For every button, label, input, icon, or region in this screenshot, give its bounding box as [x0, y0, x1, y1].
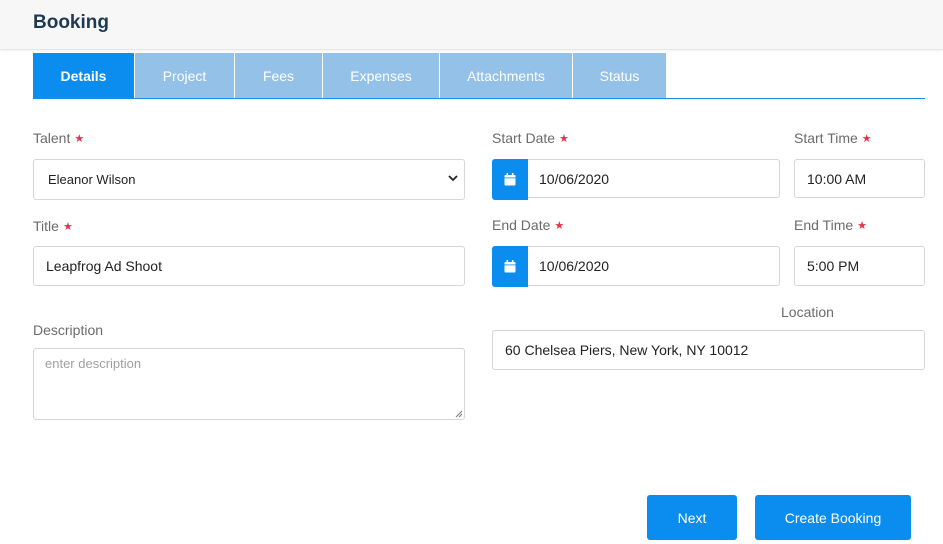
tab-status[interactable]: Status — [573, 53, 667, 98]
start-date-picker[interactable]: 10/06/2020 — [492, 159, 780, 200]
next-button[interactable]: Next — [647, 495, 737, 540]
talent-label: Talent ★ — [33, 130, 85, 146]
tab-attachments[interactable]: Attachments — [440, 53, 573, 98]
title-label: Title ★ — [33, 218, 73, 234]
tab-fees[interactable]: Fees — [235, 53, 323, 98]
location-value: 60 Chelsea Piers, New York, NY 10012 — [505, 342, 749, 358]
tab-expenses[interactable]: Expenses — [323, 53, 440, 98]
description-label: Description — [33, 322, 104, 338]
talent-select[interactable]: Eleanor Wilson — [33, 159, 465, 200]
title-input[interactable]: Leapfrog Ad Shoot — [33, 246, 465, 286]
tab-details[interactable]: Details — [33, 53, 135, 98]
calendar-icon[interactable] — [492, 246, 528, 287]
required-marker: ★ — [554, 220, 565, 232]
start-date-value: 10/06/2020 — [539, 171, 610, 187]
required-marker: ★ — [857, 220, 868, 232]
page-header: Booking — [0, 0, 943, 50]
description-placeholder: enter description — [45, 356, 142, 371]
calendar-icon[interactable] — [492, 159, 528, 200]
end-date-value: 10/06/2020 — [539, 258, 610, 274]
required-marker: ★ — [62, 221, 73, 233]
required-marker: ★ — [559, 133, 569, 145]
description-textarea[interactable]: enter description — [33, 348, 465, 420]
required-marker: ★ — [861, 133, 872, 145]
start-time-input[interactable]: 10:00 AM — [794, 159, 925, 198]
end-date-label: End Date ★ — [492, 217, 565, 233]
tab-project[interactable]: Project — [135, 53, 235, 98]
end-date-picker[interactable]: 10/06/2020 — [492, 246, 780, 287]
location-label: Location — [781, 304, 834, 320]
location-input[interactable]: 60 Chelsea Piers, New York, NY 10012 — [492, 330, 925, 370]
page-title: Booking — [33, 12, 109, 33]
resize-grip-icon[interactable] — [454, 409, 463, 418]
start-time-value: 10:00 AM — [807, 170, 867, 187]
end-time-input[interactable]: 5:00 PM — [794, 246, 925, 286]
required-marker: ★ — [74, 133, 85, 145]
talent-value: Eleanor Wilson — [48, 172, 136, 187]
end-time-value: 5:00 PM — [807, 258, 860, 274]
start-time-label: Start Time ★ — [794, 130, 872, 146]
chevron-down-icon — [448, 175, 458, 182]
start-date-label: Start Date ★ — [492, 130, 569, 146]
end-time-label: End Time ★ — [794, 217, 868, 233]
tab-bar: Details Project Fees Expenses Attachment… — [33, 53, 925, 99]
create-booking-button[interactable]: Create Booking — [755, 495, 911, 540]
title-value: Leapfrog Ad Shoot — [46, 258, 162, 274]
